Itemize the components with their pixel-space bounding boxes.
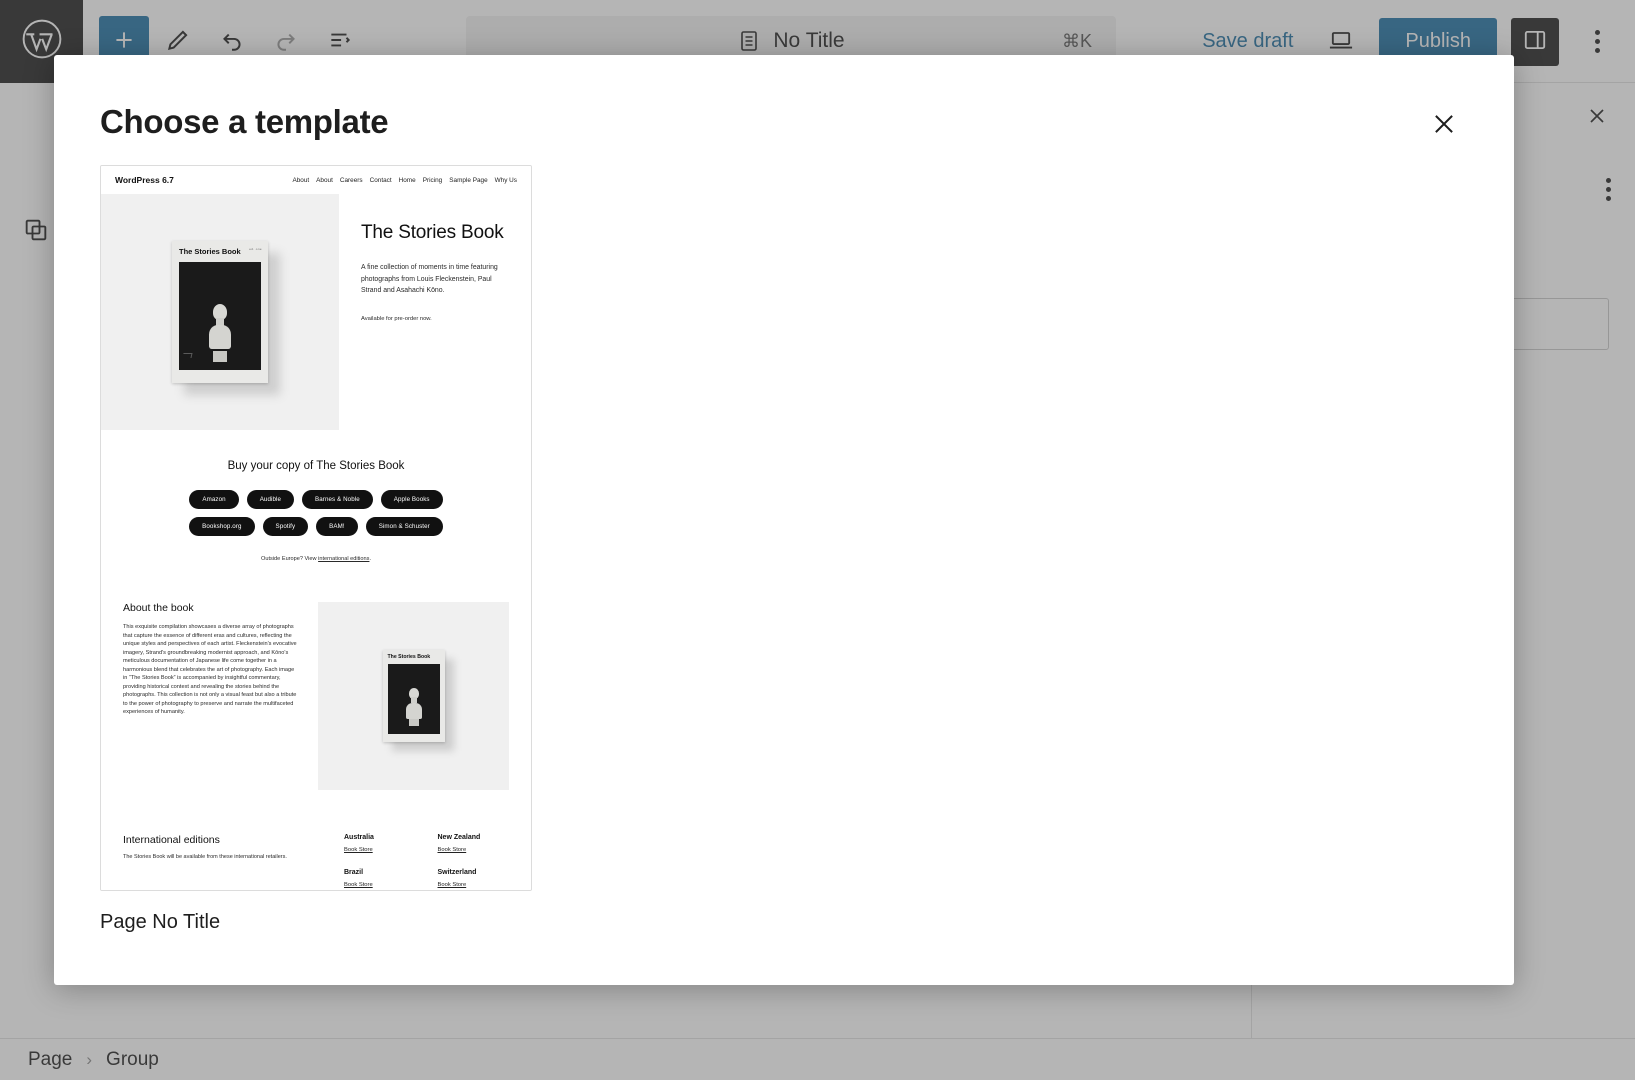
nav-item[interactable]: Pricing [423, 177, 443, 184]
retailer-button[interactable]: Apple Books [380, 490, 443, 509]
preview-hero-image: ed. one The Stories Book [101, 194, 339, 430]
retailer-button[interactable]: BAM! [316, 517, 358, 536]
retailer-button[interactable]: Barnes & Noble [302, 490, 373, 509]
book-store-link[interactable]: Book Store [344, 882, 416, 888]
preview-nav: About About Careers Contact Home Pricing… [292, 177, 517, 184]
template-preview-page: WordPress 6.7 About About Careers Contac… [101, 166, 531, 890]
nav-item[interactable]: Contact [370, 177, 392, 184]
retailer-row: Amazon Audible Barnes & Noble Apple Book… [189, 490, 443, 509]
preview-hero-text: The Stories Book A fine collection of mo… [339, 194, 531, 430]
book-cover: ed. one The Stories Book [172, 241, 280, 395]
preview-international-subtext: The Stories Book will be available from … [123, 854, 287, 860]
preview-hero-heading: The Stories Book [361, 222, 504, 243]
book-cover-corner-text: ed. one [249, 247, 262, 251]
international-entry: New Zealand Book Store [438, 834, 510, 853]
retailer-button[interactable]: Bookshop.org [189, 517, 255, 536]
bust-sculpture-illustration [207, 303, 233, 362]
country-name: New Zealand [437, 834, 481, 841]
nav-item[interactable]: About [316, 177, 333, 184]
preview-hero-lede: A fine collection of moments in time fea… [361, 264, 498, 294]
preview-international-section: International editions The Stories Book … [101, 790, 531, 888]
preview-buy-heading: Buy your copy of The Stories Book [227, 460, 405, 472]
choose-template-modal: Choose a template WordPress 6.7 About Ab… [54, 55, 1514, 985]
preview-site-header: WordPress 6.7 About About Careers Contac… [101, 166, 531, 194]
retailer-row: Bookshop.org Spotify BAM! Simon & Schust… [189, 517, 443, 536]
nav-item[interactable]: Home [399, 177, 416, 184]
book-cover-front: The Stories Book [382, 650, 445, 742]
book-store-link[interactable]: Book Store [344, 847, 416, 853]
template-preview-frame: WordPress 6.7 About About Careers Contac… [100, 165, 532, 891]
preview-about-image: The Stories Book [318, 602, 509, 790]
bust-sculpture-illustration [405, 688, 423, 727]
preview-international-text: International editions The Stories Book … [123, 834, 318, 888]
book-cover-photo [179, 261, 261, 370]
preview-about-heading: About the book [123, 602, 194, 614]
retailer-button[interactable]: Spotify [262, 517, 309, 536]
template-option-page-no-title[interactable]: WordPress 6.7 About About Careers Contac… [100, 165, 535, 934]
international-entry: Switzerland Book Store [438, 869, 510, 888]
preview-retailer-list: Amazon Audible Barnes & Noble Apple Book… [101, 490, 531, 536]
country-name: Switzerland [437, 869, 477, 876]
book-cover-front: ed. one The Stories Book [172, 241, 268, 383]
book-cover-photo [387, 664, 440, 735]
book-cover-title: The Stories Book [387, 654, 431, 660]
retailer-button[interactable]: Amazon [189, 490, 239, 509]
country-name: Brazil [344, 869, 364, 876]
preview-about-section: About the book This exquisite compilatio… [101, 562, 531, 790]
preview-international-heading: International editions [123, 834, 220, 846]
country-name: Australia [344, 834, 374, 841]
template-caption: Page No Title [100, 911, 221, 933]
preview-about-text: About the book This exquisite compilatio… [123, 602, 298, 790]
modal-title: Choose a template [100, 103, 389, 140]
retailer-button[interactable]: Audible [246, 490, 295, 509]
book-cover-mark-icon [182, 352, 193, 358]
preview-about-body: This exquisite compilation showcases a d… [123, 624, 297, 715]
international-editions-link[interactable]: international editions [318, 556, 369, 562]
preview-hero-availability: Available for pre-order now. [361, 315, 432, 322]
preview-site-title: WordPress 6.7 [115, 175, 174, 185]
preview-international-grid: Australia Book Store New Zealand Book St… [344, 834, 509, 888]
nav-item[interactable]: Careers [340, 177, 363, 184]
nav-item[interactable]: Why Us [495, 177, 517, 184]
book-store-link[interactable]: Book Store [438, 882, 510, 888]
book-store-link[interactable]: Book Store [438, 847, 510, 853]
book-cover-small: The Stories Book [382, 650, 454, 751]
nav-item[interactable]: Sample Page [449, 177, 487, 184]
close-icon [1429, 109, 1459, 142]
preview-hero-section: ed. one The Stories Book The Stories Boo… [101, 194, 531, 430]
modal-close-button[interactable] [1422, 103, 1466, 147]
international-entry: Australia Book Store [344, 834, 416, 853]
nav-item[interactable]: About [292, 177, 309, 184]
international-entry: Brazil Book Store [344, 869, 416, 888]
note-prefix: Outside Europe? View [261, 556, 319, 562]
note-suffix: . [369, 556, 371, 562]
retailer-button[interactable]: Simon & Schuster [365, 517, 443, 536]
preview-buy-section: Buy your copy of The Stories Book Amazon… [101, 430, 531, 562]
